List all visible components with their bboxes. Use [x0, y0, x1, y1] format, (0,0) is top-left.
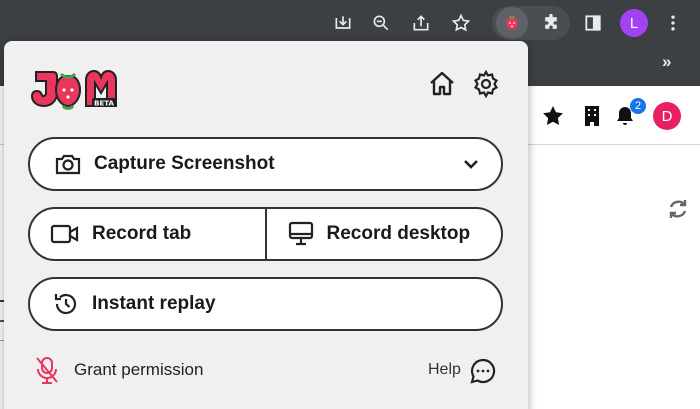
logo-beta-badge: BETA	[94, 100, 114, 108]
zoom-out-icon[interactable]	[366, 8, 396, 38]
refresh-icon[interactable]	[666, 197, 690, 221]
jam-popup: BETA Capture Screenshot Record tab Recor…	[4, 41, 528, 409]
chat-bubble-icon[interactable]	[470, 358, 496, 384]
grant-permission-label: Grant permission	[74, 360, 204, 379]
capture-screenshot-button[interactable]: Capture Screenshot	[28, 137, 503, 191]
download-icon[interactable]	[328, 8, 358, 38]
more-menu-icon[interactable]	[658, 8, 688, 38]
side-panel-icon[interactable]	[578, 8, 608, 38]
share-icon[interactable]	[406, 8, 436, 38]
jam-logo: BETA	[30, 69, 117, 110]
bookmark-star-icon[interactable]	[446, 8, 476, 38]
grant-permission-link[interactable]: Grant permission	[34, 355, 203, 385]
record-tab-button[interactable]: Record tab	[30, 209, 267, 259]
jam-extension-icon[interactable]	[496, 7, 528, 39]
record-desktop-label: Record desktop	[326, 223, 471, 244]
star-icon[interactable]	[541, 104, 565, 128]
notification-badge: 2	[630, 98, 646, 114]
building-icon[interactable]	[580, 104, 604, 128]
user-avatar[interactable]: D	[653, 102, 681, 130]
bookmarks-more-chevron[interactable]: »	[662, 52, 671, 72]
capture-screenshot-label: Capture Screenshot	[94, 153, 275, 174]
camera-icon	[55, 154, 81, 175]
history-icon	[54, 293, 77, 315]
record-button-group: Record tab Record desktop	[28, 207, 503, 261]
chevron-down-icon[interactable]	[461, 154, 481, 174]
profile-avatar[interactable]: L	[620, 9, 648, 37]
help-link[interactable]: Help	[428, 361, 461, 379]
microphone-off-icon	[36, 357, 58, 384]
home-icon[interactable]	[428, 70, 456, 98]
record-tab-label: Record tab	[92, 223, 192, 244]
instant-replay-button[interactable]: Instant replay	[28, 277, 503, 331]
instant-replay-label: Instant replay	[92, 293, 216, 314]
record-desktop-button[interactable]: Record desktop	[267, 209, 502, 259]
extensions-puzzle-icon[interactable]	[536, 8, 566, 38]
gear-icon[interactable]	[472, 70, 500, 98]
monitor-icon	[288, 221, 313, 246]
video-camera-icon	[50, 224, 79, 244]
